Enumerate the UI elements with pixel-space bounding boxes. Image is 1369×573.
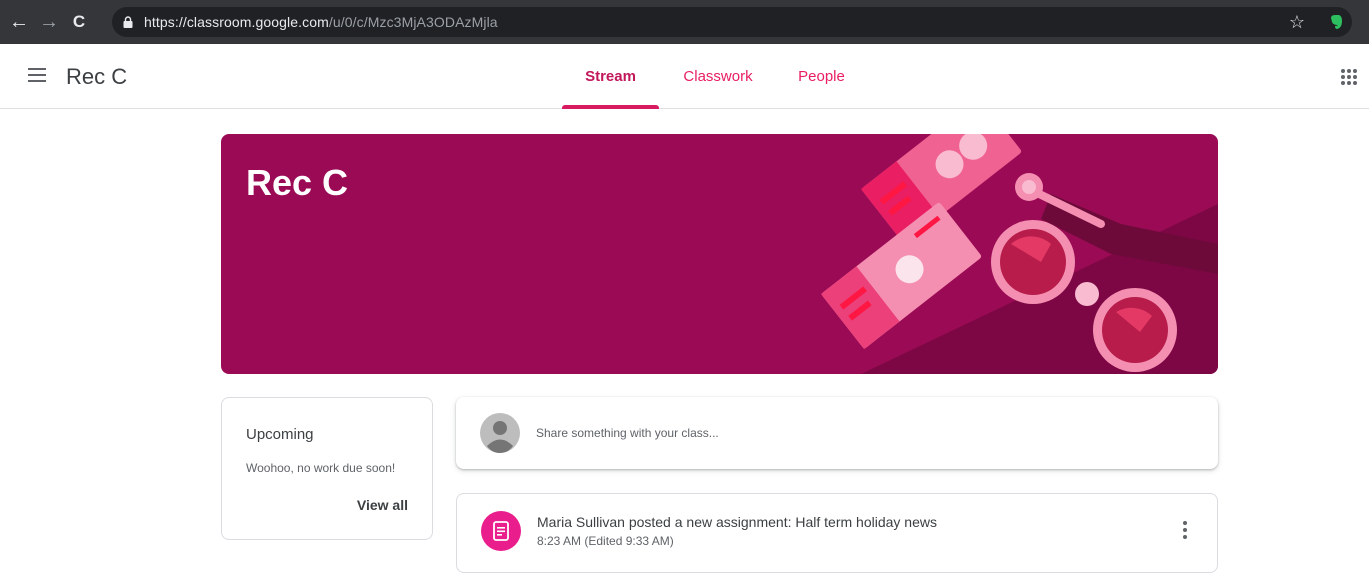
url-host: https://classroom.google.com (144, 14, 329, 30)
post-title[interactable]: Maria Sullivan posted a new assignment: … (537, 514, 937, 530)
url-text: https://classroom.google.com/u/0/c/Mzc3M… (144, 14, 498, 30)
tab-people[interactable]: People (777, 44, 866, 109)
upcoming-card: Upcoming Woohoo, no work due soon! View … (221, 397, 433, 540)
browser-toolbar: ← → C https://classroom.google.com/u/0/c… (0, 0, 1369, 44)
url-path: /u/0/c/Mzc3MjA3ODAzMjla (328, 14, 498, 30)
tab-stream[interactable]: Stream (562, 44, 659, 109)
forward-button[interactable]: → (34, 0, 64, 44)
share-input-placeholder[interactable]: Share something with your class... (536, 426, 719, 440)
user-avatar-icon (480, 413, 520, 453)
stream-post[interactable]: Maria Sullivan posted a new assignment: … (456, 493, 1218, 573)
class-banner: Rec C (221, 134, 1218, 374)
more-vertical-icon[interactable] (1183, 521, 1187, 539)
share-with-class-box[interactable]: Share something with your class... (456, 397, 1218, 469)
view-all-link[interactable]: View all (357, 497, 408, 513)
apps-grid-icon[interactable] (1340, 68, 1358, 86)
tab-bar: Stream Classwork People (562, 44, 866, 109)
back-button[interactable]: ← (4, 0, 34, 44)
tab-classwork[interactable]: Classwork (659, 44, 777, 109)
bookmark-star-icon[interactable]: ☆ (1289, 12, 1305, 33)
assignment-icon (493, 521, 509, 541)
evernote-extension-icon[interactable] (1327, 13, 1345, 31)
upcoming-message: Woohoo, no work due soon! (246, 461, 396, 475)
upcoming-title: Upcoming (246, 426, 314, 443)
class-title[interactable]: Rec C (66, 64, 127, 90)
hamburger-menu-icon[interactable] (28, 68, 46, 82)
post-timestamp: 8:23 AM (Edited 9:33 AM) (537, 534, 674, 548)
address-bar[interactable]: https://classroom.google.com/u/0/c/Mzc3M… (112, 7, 1352, 37)
tickets-glasses-illustration (821, 134, 1218, 374)
lock-icon (123, 16, 133, 28)
reload-button[interactable]: C (64, 0, 94, 44)
post-icon-circle (481, 511, 521, 551)
classroom-header: Rec C Stream Classwork People (0, 44, 1369, 109)
